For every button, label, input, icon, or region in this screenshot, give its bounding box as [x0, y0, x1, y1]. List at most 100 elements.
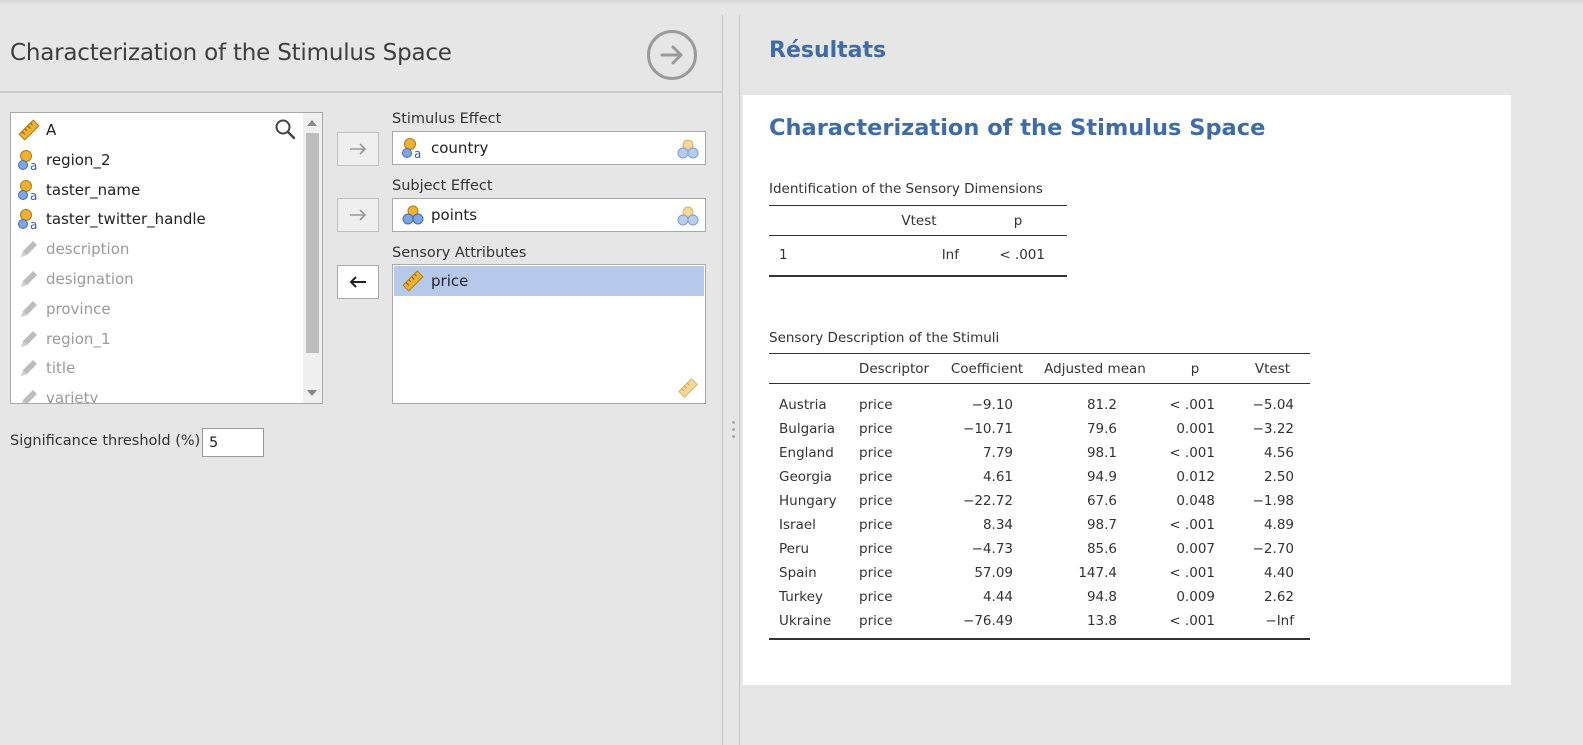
table-cell: price: [859, 564, 893, 581]
nominal-variable-icon: [402, 205, 424, 225]
table-spacer: [769, 384, 1310, 393]
variable-list-item[interactable]: A: [17, 116, 297, 144]
column-header: Adjusted mean: [1044, 360, 1146, 377]
table-row: Turkey price 4.44 94.8 0.009 2.62: [769, 585, 1310, 609]
table-row: 1 Inf < .001: [769, 236, 1067, 276]
arrow-left-icon: [349, 276, 366, 288]
description-table: Descriptor Coefficient Adjusted mean p V…: [769, 353, 1310, 640]
variable-list-item[interactable]: a taster_twitter_handle: [17, 205, 297, 233]
table-cell: 0.007: [1176, 540, 1215, 557]
table-cell: −3.22: [1252, 420, 1294, 437]
table-row: Ukraine price −76.49 13.8 < .001 −Inf: [769, 609, 1310, 633]
nominal-type-hint-icon: [677, 206, 699, 226]
table-cell: −5.04: [1252, 396, 1294, 413]
variable-list-scrollbar[interactable]: [303, 113, 322, 403]
variable-name: taster_twitter_handle: [46, 210, 206, 229]
move-to-subject-button[interactable]: [337, 198, 379, 232]
variable-name: variety: [46, 389, 99, 404]
table-cell: Ukraine: [779, 612, 832, 629]
arrow-right-circle-icon: [660, 45, 683, 65]
variable-name: province: [46, 299, 111, 318]
table-cell: −9.10: [971, 396, 1013, 413]
results-card: Characterization of the Stimulus Space I…: [743, 95, 1511, 685]
top-bar: [0, 0, 1583, 5]
table-cell: 1: [779, 247, 788, 264]
subject-effect-item[interactable]: points: [394, 200, 704, 230]
sensory-attributes-box[interactable]: price: [392, 264, 706, 404]
options-panel: Characterization of the Stimulus Space v…: [0, 15, 723, 745]
significance-input[interactable]: [202, 428, 264, 457]
results-heading: Résultats: [769, 38, 887, 63]
table-cell: < .001: [1169, 612, 1215, 629]
stimulus-effect-item[interactable]: a country: [394, 133, 704, 163]
table-cell: price: [859, 492, 893, 509]
table-cell: 7.79: [982, 444, 1013, 461]
variable-name: designation: [46, 270, 134, 288]
table-cell: 0.012: [1176, 468, 1215, 485]
table-cell: −Inf: [1265, 612, 1294, 629]
column-header: [769, 206, 869, 236]
column-header: Vtest: [1254, 360, 1291, 377]
variable-list-item[interactable]: description: [17, 235, 297, 263]
stimulus-effect-box[interactable]: a country: [392, 131, 706, 165]
run-arrow-button[interactable]: [647, 30, 697, 80]
table-cell: price: [859, 588, 893, 605]
table-cell: < .001: [999, 247, 1045, 264]
table-cell: Turkey: [779, 588, 823, 605]
splitter-grip[interactable]: [732, 421, 736, 443]
move-back-attributes-button[interactable]: [337, 265, 379, 299]
table-cell: 0.009: [1176, 588, 1215, 605]
table-cell: 81.2: [1086, 396, 1117, 413]
table-cell: −76.49: [963, 612, 1013, 629]
text-variable-icon: [21, 330, 37, 347]
text-variable-icon: [21, 271, 37, 287]
table-cell: 13.8: [1086, 612, 1117, 629]
table-cell: 4.56: [1263, 444, 1294, 461]
arrow-right-icon: [350, 209, 367, 221]
svg-text:a: a: [414, 147, 421, 160]
move-to-stimulus-button[interactable]: [337, 132, 379, 166]
nominal-text-variable-icon: a: [18, 209, 37, 231]
title-divider: [0, 91, 723, 93]
nominal-text-variable-icon: a: [18, 149, 37, 172]
table-cell: Peru: [779, 540, 810, 557]
table-cell: 85.6: [1086, 540, 1117, 557]
continuous-variable-icon: [18, 119, 40, 141]
analysis-title: Characterization of the Stimulus Space: [769, 115, 1266, 141]
subject-effect-box[interactable]: points: [392, 198, 706, 232]
text-variable-icon: [21, 300, 37, 317]
variable-list-item[interactable]: a region_2: [17, 146, 297, 174]
table-spacer: [769, 633, 1310, 639]
table-cell: 2.50: [1263, 468, 1294, 485]
sensory-attribute-value: price: [431, 272, 469, 290]
column-header: Vtest: [901, 212, 937, 229]
table-cell: 57.09: [974, 564, 1013, 581]
variable-list-item[interactable]: region_1: [17, 325, 297, 353]
panel-splitter[interactable]: [723, 15, 739, 745]
variable-list-item[interactable]: title: [17, 354, 297, 382]
variable-list-item[interactable]: variety: [17, 384, 297, 404]
variable-list-item[interactable]: designation: [17, 265, 297, 293]
table-cell: < .001: [1169, 444, 1215, 461]
search-icon[interactable]: [274, 118, 296, 140]
scroll-up-icon[interactable]: [307, 120, 317, 126]
table-cell: Spain: [779, 564, 817, 581]
table-cell: 98.1: [1086, 444, 1117, 461]
column-header: Coefficient: [950, 360, 1024, 377]
table-header-row: Vtest p: [769, 205, 1067, 236]
dimensions-table: Vtest p 1 Inf < .001: [769, 205, 1067, 277]
sensory-attribute-item[interactable]: price: [394, 266, 704, 296]
svg-text:a: a: [30, 189, 37, 202]
table-row: Bulgaria price −10.71 79.6 0.001 −3.22: [769, 417, 1310, 441]
variable-list-item[interactable]: province: [17, 295, 297, 323]
scroll-thumb[interactable]: [306, 133, 319, 353]
table-row: Peru price −4.73 85.6 0.007 −2.70: [769, 537, 1310, 561]
table-cell: −1.98: [1252, 492, 1294, 509]
table-cell: 4.61: [982, 468, 1013, 485]
table-row: Hungary price −22.72 67.6 0.048 −1.98: [769, 489, 1310, 513]
variable-list-item[interactable]: a taster_name: [17, 176, 297, 204]
scroll-down-icon[interactable]: [307, 390, 317, 396]
variable-list[interactable]: variety title region_1 province designation d…: [10, 112, 323, 404]
table-header-row: Descriptor Coefficient Adjusted mean p V…: [769, 353, 1310, 384]
table-cell: price: [859, 540, 893, 557]
